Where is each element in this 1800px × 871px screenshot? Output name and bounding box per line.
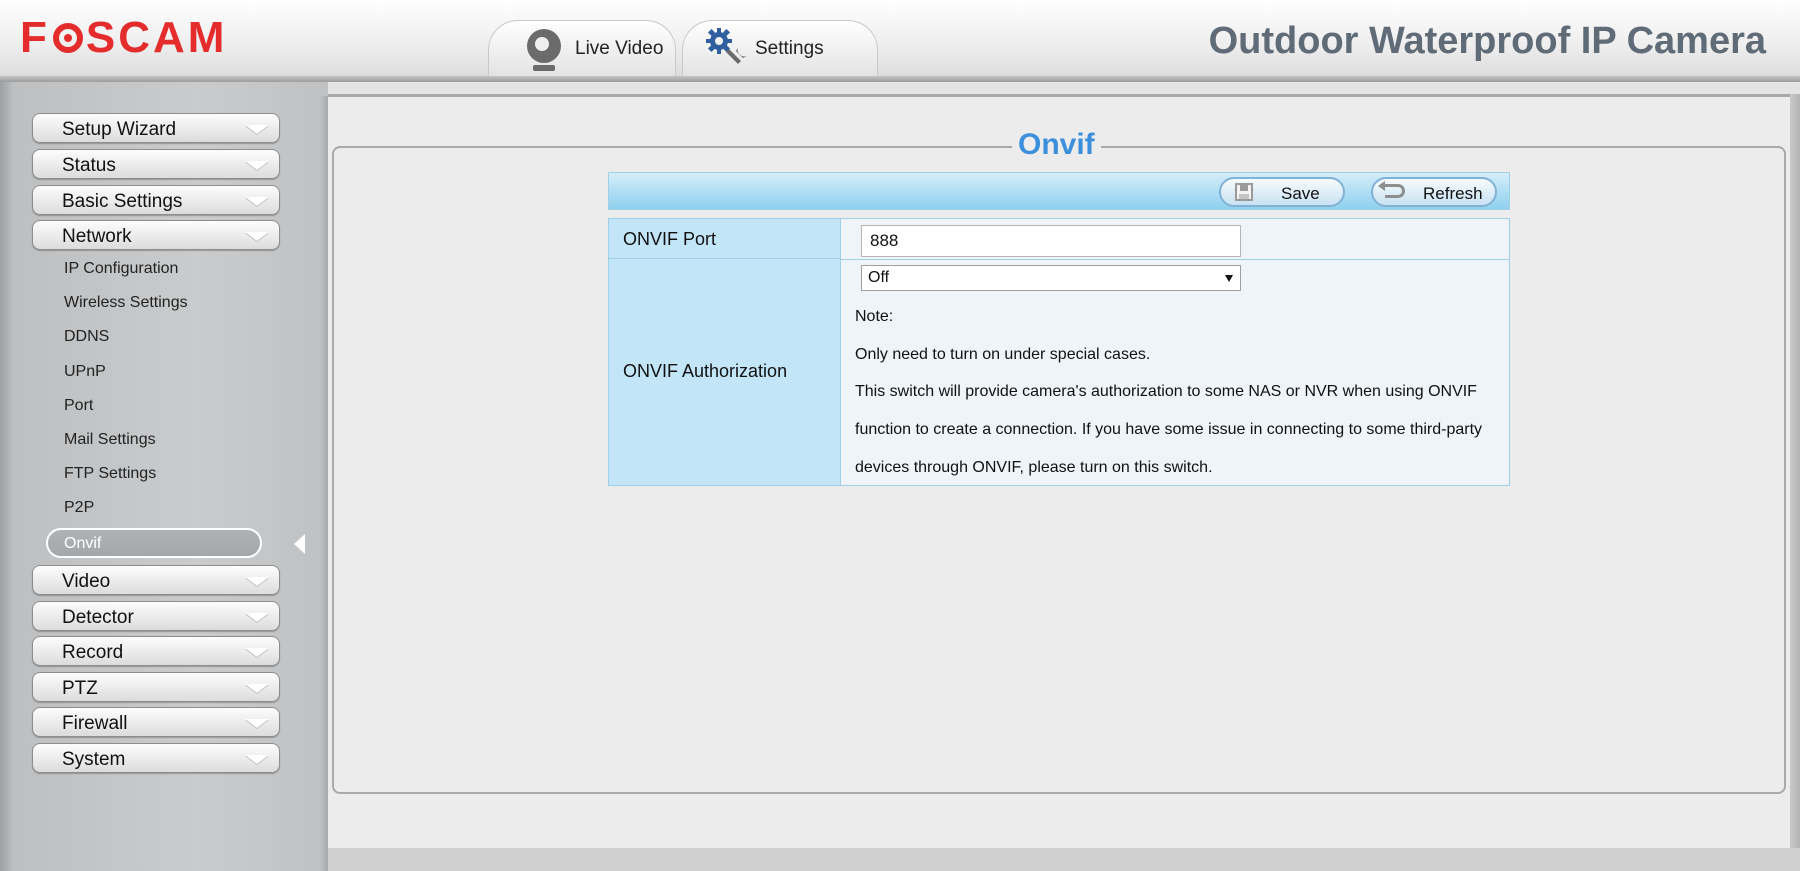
foscam-logo: F SCAM <box>20 13 228 62</box>
page-title: Onvif <box>1012 128 1101 162</box>
menu-detector[interactable]: Detector <box>32 601 280 631</box>
menu-label: System <box>62 749 126 770</box>
onvif-auth-select[interactable]: Off <box>861 265 1241 291</box>
submenu-wireless-settings[interactable]: Wireless Settings <box>64 294 188 312</box>
chevron-down-icon <box>245 755 269 764</box>
chevron-down-icon <box>245 232 269 241</box>
webcam-icon <box>525 27 565 71</box>
header-bar: F SCAM Live Video Settings Outdoor Water… <box>0 0 1800 82</box>
main-bottom-strip <box>328 848 1800 871</box>
undo-arrow-icon <box>1378 181 1405 198</box>
save-button[interactable]: Save <box>1219 177 1345 207</box>
toolbar: Save Refresh <box>608 172 1510 210</box>
chevron-down-icon <box>245 161 269 170</box>
tab-settings[interactable]: Settings <box>682 20 878 76</box>
menu-basic-settings[interactable]: Basic Settings <box>32 185 280 215</box>
menu-status[interactable]: Status <box>32 149 280 179</box>
chevron-down-icon <box>245 197 269 206</box>
menu-label: Firewall <box>62 713 128 734</box>
sidebar-edge <box>318 96 328 871</box>
tab-live-video[interactable]: Live Video <box>488 20 676 76</box>
submenu-onvif-active[interactable]: Onvif <box>46 528 262 558</box>
submenu-ip-configuration[interactable]: IP Configuration <box>64 260 178 278</box>
onvif-auth-label-cell: ONVIF Authorization <box>609 259 841 485</box>
tab-live-video-label: Live Video <box>575 37 664 59</box>
onvif-port-label: ONVIF Port <box>623 229 717 249</box>
row-divider <box>841 259 1509 260</box>
note-heading: Note: <box>855 308 894 325</box>
menu-ptz[interactable]: PTZ <box>32 672 280 702</box>
floppy-disk-icon <box>1235 183 1253 201</box>
chevron-down-icon <box>245 125 269 134</box>
menu-label: Video <box>62 571 111 592</box>
onvif-auth-label: ONVIF Authorization <box>623 361 788 381</box>
menu-label: Status <box>62 155 116 176</box>
save-button-label: Save <box>1281 184 1320 203</box>
dropdown-arrow-icon <box>1225 275 1233 282</box>
note-line: function to create a connection. If you … <box>855 421 1483 438</box>
menu-network[interactable]: Network <box>32 220 280 250</box>
refresh-button[interactable]: Refresh <box>1371 177 1497 207</box>
note-line: Only need to turn on under special cases… <box>855 346 1151 363</box>
onvif-port-label-cell: ONVIF Port <box>609 219 841 259</box>
onvif-form-table: ONVIF Port ONVIF Authorization Off Note:… <box>608 218 1510 486</box>
menu-label: Record <box>62 642 124 663</box>
menu-firewall[interactable]: Firewall <box>32 707 280 737</box>
submenu-ddns[interactable]: DDNS <box>64 328 109 346</box>
menu-record[interactable]: Record <box>32 636 280 666</box>
active-pointer-icon <box>294 534 305 554</box>
submenu-ftp-settings[interactable]: FTP Settings <box>64 465 156 483</box>
chevron-down-icon <box>245 684 269 693</box>
gears-icon <box>705 27 747 71</box>
chevron-down-icon <box>245 577 269 586</box>
onvif-auth-selected-value: Off <box>868 269 890 286</box>
submenu-upnp[interactable]: UPnP <box>64 363 106 381</box>
menu-label: Detector <box>62 607 134 628</box>
menu-label: Setup Wizard <box>62 119 177 140</box>
submenu-p2p[interactable]: P2P <box>64 499 94 517</box>
submenu-port[interactable]: Port <box>64 397 93 415</box>
chevron-down-icon <box>245 719 269 728</box>
chevron-down-icon <box>245 613 269 622</box>
menu-setup-wizard[interactable]: Setup Wizard <box>32 113 280 143</box>
menu-system[interactable]: System <box>32 743 280 773</box>
menu-label: PTZ <box>62 678 98 699</box>
refresh-button-label: Refresh <box>1423 184 1483 203</box>
submenu-onvif-label: Onvif <box>64 535 102 552</box>
menu-label: Network <box>62 226 132 247</box>
menu-label: Basic Settings <box>62 191 183 212</box>
onvif-port-input[interactable] <box>861 225 1241 257</box>
submenu-mail-settings[interactable]: Mail Settings <box>64 431 156 449</box>
main-shadow <box>1790 94 1800 871</box>
menu-video[interactable]: Video <box>32 565 280 595</box>
tab-settings-label: Settings <box>755 37 824 59</box>
note-line: This switch will provide camera's author… <box>855 383 1477 400</box>
product-title: Outdoor Waterproof IP Camera <box>1208 20 1766 62</box>
chevron-down-icon <box>245 648 269 657</box>
note-line: devices through ONVIF, please turn on th… <box>855 459 1213 476</box>
